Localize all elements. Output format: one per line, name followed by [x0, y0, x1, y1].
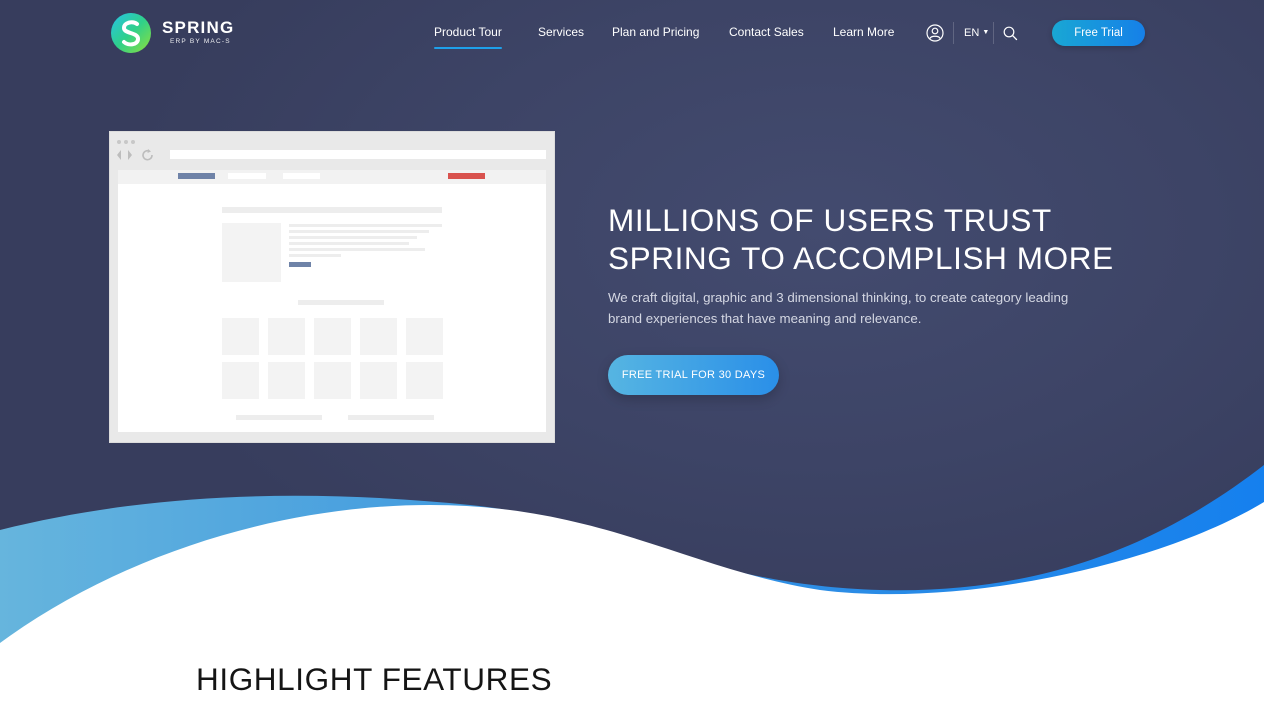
browser-controls-icon — [117, 149, 153, 161]
free-trial-30-days-button[interactable]: FREE TRIAL FOR 30 DAYS — [608, 355, 779, 395]
hero-title: MILLIONS OF USERS TRUST SPRING TO ACCOMP… — [608, 201, 1148, 277]
header-separator — [993, 22, 994, 44]
language-selector[interactable]: EN ▼ — [964, 27, 989, 39]
hero-description-line: We craft digital, graphic and 3 dimensio… — [608, 290, 1069, 305]
header-separator — [953, 22, 954, 44]
mockup-page — [118, 184, 546, 432]
spring-logo-icon — [111, 13, 151, 53]
window-dot — [131, 140, 135, 144]
nav-item-product-tour[interactable]: Product Tour — [434, 25, 502, 49]
hero-title-line: SPRING TO ACCOMPLISH MORE — [608, 240, 1114, 276]
brand-name: SPRING — [162, 18, 235, 37]
free-trial-button[interactable]: Free Trial — [1052, 20, 1145, 46]
hero-description-line: brand experiences that have meaning and … — [608, 311, 922, 326]
mockup-address-bar — [170, 150, 546, 159]
search-icon[interactable] — [1003, 26, 1018, 41]
hero-title-line: MILLIONS OF USERS TRUST — [608, 202, 1052, 238]
window-dot — [124, 140, 128, 144]
highlight-features-title: HIGHLIGHT FEATURES — [196, 661, 553, 697]
window-dot — [117, 140, 121, 144]
nav-item-plan-and-pricing[interactable]: Plan and Pricing — [612, 25, 699, 39]
user-icon[interactable] — [926, 24, 944, 42]
mockup-nav — [118, 170, 546, 184]
nav-item-learn-more[interactable]: Learn More — [833, 25, 894, 39]
hero-description: We craft digital, graphic and 3 dimensio… — [608, 287, 1148, 329]
nav-item-services[interactable]: Services — [538, 25, 584, 39]
nav-item-contact-sales[interactable]: Contact Sales — [729, 25, 804, 39]
language-label: EN — [964, 27, 980, 39]
product-screenshot-mockup — [109, 131, 555, 443]
caret-down-icon: ▼ — [982, 29, 990, 36]
brand-logo[interactable]: SPRING ERP BY MAC-S — [110, 12, 234, 54]
brand-tagline: ERP BY MAC-S — [170, 38, 231, 45]
